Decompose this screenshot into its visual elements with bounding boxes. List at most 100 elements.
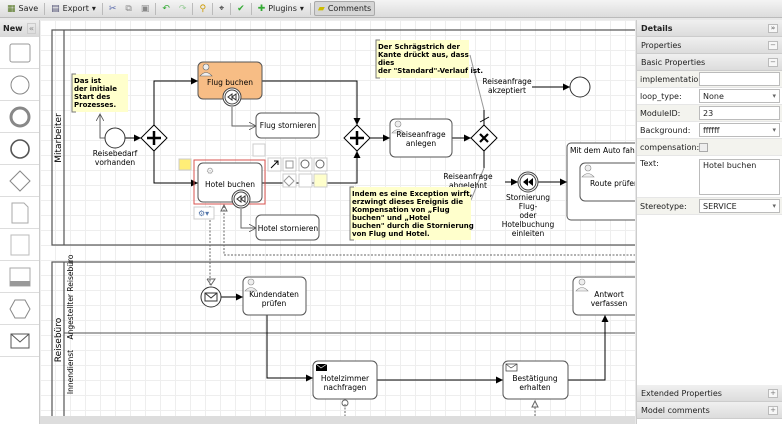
loop-type-select[interactable]: None ▾ <box>699 89 780 103</box>
horizontal-scrollbar[interactable] <box>40 416 635 424</box>
copy-button[interactable]: ⧉ <box>122 1 134 16</box>
task-hotelzimmer-nachfragen[interactable]: Hotelzimmernachfragen <box>312 360 378 400</box>
palette-start-event[interactable] <box>0 69 39 101</box>
svg-text:buchen" durch die Stornierung: buchen" durch die Stornierung <box>352 222 474 230</box>
svg-text:Mitarbeiter: Mitarbeiter <box>54 113 64 163</box>
svg-text:Stornierung: Stornierung <box>506 193 550 202</box>
toolbar: ▦ Save ▤ Export ▾ ✂ ⧉ ▣ ↶ ↷ ⚲ ⌖ ✔ ✚ Plugins ▾… <box>0 0 782 18</box>
palette-gateway[interactable] <box>0 165 39 197</box>
task-kundendaten-pruefen[interactable]: Kundendatenprüfen <box>242 276 307 316</box>
collapse-icon[interactable]: « <box>26 23 36 34</box>
plugins-button[interactable]: ✚ Plugins ▾ <box>255 1 307 16</box>
export-button[interactable]: ▤ Export ▾ <box>48 1 99 16</box>
compensation-icon <box>231 189 251 209</box>
message-start-event[interactable] <box>200 286 222 308</box>
plus-icon[interactable]: + <box>768 388 778 398</box>
subprocess-auto[interactable]: Mit dem Auto fahren Route prüfen <box>566 142 635 221</box>
svg-text:erhalten: erhalten <box>519 383 551 392</box>
cut-button[interactable]: ✂ <box>106 1 120 16</box>
undo-icon: ↶ <box>162 3 170 14</box>
parallel-gateway-split[interactable] <box>140 124 168 152</box>
align-button[interactable]: ⌖ <box>216 1 227 16</box>
svg-text:Antwort: Antwort <box>594 290 624 299</box>
svg-text:Mit dem Auto fahren: Mit dem Auto fahren <box>570 146 635 155</box>
stereotype-select[interactable]: SERVICE ▾ <box>699 199 780 213</box>
properties-section[interactable]: Properties − <box>637 37 782 54</box>
palette-annotation[interactable] <box>0 229 39 261</box>
svg-text:Das ist: Das ist <box>74 77 102 85</box>
delete-icon <box>252 143 266 157</box>
task-hotel-stornieren[interactable]: Hotel stornieren <box>255 214 320 241</box>
palette-pool[interactable] <box>0 261 39 293</box>
task-antwort-verfassen[interactable]: Antwortverfassen <box>572 276 635 316</box>
svg-text:Route prüfen: Route prüfen <box>590 179 635 188</box>
text-textarea[interactable]: Hotel buchen <box>699 159 780 195</box>
end-event[interactable] <box>569 76 591 98</box>
svg-text:Hotelbuchung: Hotelbuchung <box>502 220 555 229</box>
save-button[interactable]: ▦ Save <box>4 1 41 16</box>
background-select[interactable]: ffffff ▾ <box>699 123 780 137</box>
search-icon: ⚲ <box>199 3 207 14</box>
palette-task[interactable] <box>0 37 39 69</box>
comment-icon: ▰ <box>317 3 325 14</box>
check-icon: ✔ <box>237 3 245 14</box>
task-bestaetigung-erhalten[interactable]: Bestätigungerhalten <box>502 360 569 400</box>
compensation-checkbox[interactable] <box>699 142 708 152</box>
lane-label: Innendienst <box>66 350 75 394</box>
chevron-down-icon: ▾ <box>772 202 776 210</box>
plus-icon[interactable]: + <box>768 405 778 415</box>
exclusive-gateway[interactable] <box>470 124 498 152</box>
svg-text:von Flug und Hotel.: von Flug und Hotel. <box>352 230 430 238</box>
annotation-default-flow[interactable]: Der Schrägstrich derKante drückt aus, da… <box>375 39 483 79</box>
palette-end-event[interactable] <box>0 133 39 165</box>
module-id-field[interactable]: 23 <box>699 106 780 120</box>
expand-icon[interactable]: » <box>768 23 778 33</box>
palette-intermediate-event[interactable] <box>0 101 39 133</box>
search-button[interactable]: ⚲ <box>196 1 209 16</box>
panel-title: Details <box>641 23 673 33</box>
task-flug-buchen[interactable]: Flug buchen <box>197 61 263 107</box>
annotation-start[interactable]: Das istder initialeStart desProzesses. <box>71 73 128 113</box>
crosshair-icon: ⌖ <box>219 3 225 14</box>
svg-text:Indem es eine Exception wirft,: Indem es eine Exception wirft, <box>352 190 472 198</box>
svg-text:Kompensation von „Flug: Kompensation von „Flug <box>352 206 450 214</box>
copy-icon: ⧉ <box>125 3 132 14</box>
task-reiseanfrage-anlegen[interactable]: Reiseanfrageanlegen <box>389 118 453 158</box>
svg-text:nachfragen: nachfragen <box>324 383 367 392</box>
start-event[interactable]: Reisebedarfvorhanden <box>93 127 138 167</box>
undo-button[interactable]: ↶ <box>159 1 173 16</box>
implementation-field[interactable] <box>699 72 780 86</box>
validate-button[interactable]: ✔ <box>234 1 248 16</box>
comments-button[interactable]: ▰ Comments <box>313 1 376 16</box>
lane-label: Angestellter Reisebüro <box>66 254 75 339</box>
svg-text:Flug buchen: Flug buchen <box>207 78 253 87</box>
basic-properties-section[interactable]: Basic Properties − <box>637 54 782 71</box>
save-icon: ▦ <box>7 3 16 14</box>
annotation-exception[interactable]: Indem es eine Exception wirft,erzwingt d… <box>349 186 474 241</box>
svg-text:einleiten: einleiten <box>512 229 545 238</box>
compensation-icon <box>222 87 242 107</box>
task-flug-stornieren[interactable]: Flug stornieren <box>255 112 320 139</box>
svg-text:Der Schrägstrich der: Der Schrägstrich der <box>378 43 461 51</box>
flow-label-accepted: Reiseanfrage <box>482 77 532 86</box>
add-data-icon <box>298 173 313 188</box>
add-comment-icon <box>178 158 192 171</box>
palette-conversation[interactable] <box>0 293 39 325</box>
minus-icon[interactable]: − <box>768 40 778 50</box>
flow-label-rejected: Reiseanfrage <box>443 172 493 181</box>
svg-text:Hotel buchen: Hotel buchen <box>205 180 255 189</box>
palette-message[interactable] <box>0 325 39 357</box>
redo-button[interactable]: ↷ <box>176 1 190 16</box>
model-comments-section[interactable]: Model comments + <box>637 402 782 419</box>
paste-button[interactable]: ▣ <box>138 1 153 16</box>
parallel-gateway-join[interactable] <box>343 124 371 152</box>
diagram-canvas[interactable]: Mitarbeiter Reisebüro Angestellter Reise… <box>40 20 635 416</box>
svg-text:Reisebedarf: Reisebedarf <box>93 149 138 158</box>
palette-data-object[interactable] <box>0 197 39 229</box>
minus-icon[interactable]: − <box>768 57 778 67</box>
extended-properties-section[interactable]: Extended Properties + <box>637 385 782 402</box>
svg-text:vorhanden: vorhanden <box>95 158 135 167</box>
task-hotel-buchen[interactable]: Hotel buchen ⚙ <box>197 162 263 209</box>
svg-text:anlegen: anlegen <box>406 139 436 148</box>
add-annotation-icon <box>313 173 328 188</box>
